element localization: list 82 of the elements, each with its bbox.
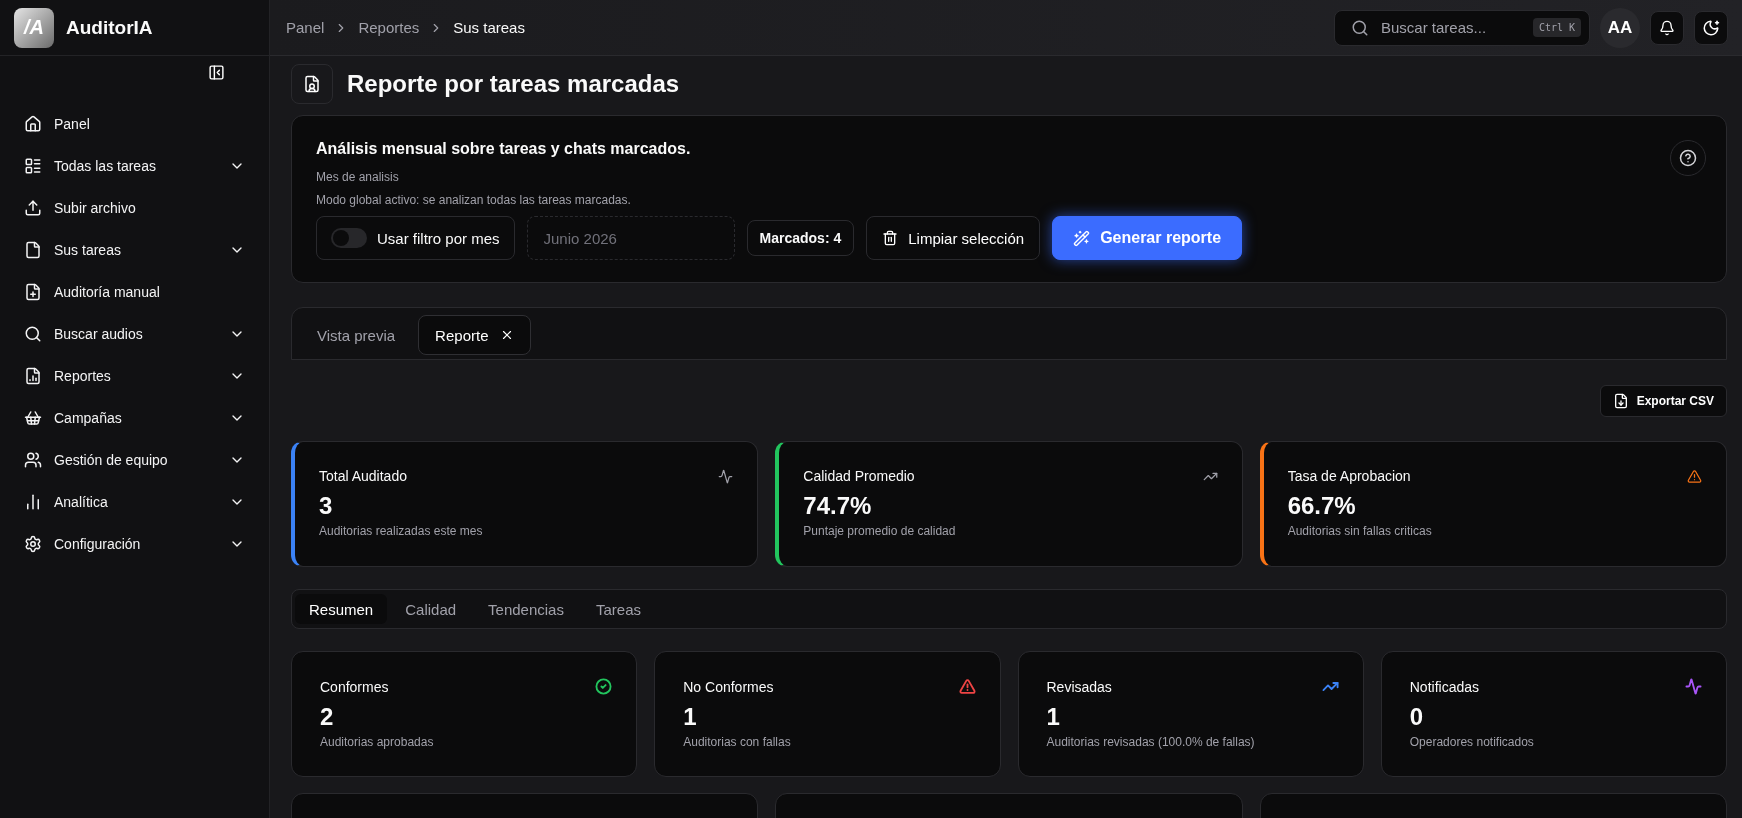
wand-icon xyxy=(1073,229,1091,247)
summary-value: 0 xyxy=(1409,703,1425,731)
sidebar-item[interactable]: Campañas xyxy=(16,397,253,439)
collapse-sidebar-button[interactable] xyxy=(208,64,225,81)
view-tab[interactable]: Vista previa xyxy=(300,315,413,355)
summary-title: Notificadas xyxy=(1409,678,1479,695)
bar-chart-icon xyxy=(24,493,42,511)
summary-note: Auditorias aprobadas xyxy=(320,735,435,749)
app-logo: /A xyxy=(14,7,54,48)
summary-value: 1 xyxy=(1046,703,1061,731)
summary-title: Revisadas xyxy=(1046,678,1112,695)
sidebar-item[interactable]: Sus tareas xyxy=(16,229,253,271)
settings-icon xyxy=(24,535,42,553)
stat-note: Auditorias sin fallas criticas xyxy=(1287,524,1433,538)
stat-value: 74.7% xyxy=(803,492,873,520)
brand-name: AuditorIA xyxy=(66,16,153,39)
summary-value: 1 xyxy=(683,703,698,731)
basket-icon xyxy=(24,409,42,427)
sidebar-item[interactable]: Analítica xyxy=(16,481,253,523)
stat-title: Total Auditado xyxy=(319,468,407,484)
stat-title: Calidad Promedio xyxy=(803,468,915,484)
house-icon xyxy=(24,115,42,133)
summary-note: Auditorias revisadas (100.0% de fallas) xyxy=(1046,735,1256,749)
page-title: Reporte por tareas marcadas xyxy=(347,70,680,98)
summary-note: Auditorias con fallas xyxy=(683,735,792,749)
sidebar-item[interactable]: Configuración xyxy=(16,523,253,565)
help-icon xyxy=(1679,149,1697,167)
breadcrumb-link[interactable]: Reportes xyxy=(358,19,420,36)
marked-count: Marcados: 4 xyxy=(746,220,855,256)
warning-icon xyxy=(1687,468,1702,484)
breadcrumb-link[interactable]: Sus tareas xyxy=(453,19,525,36)
report-tab[interactable]: Calidad xyxy=(391,594,471,624)
notifications-button[interactable] xyxy=(1650,10,1684,45)
report-tab[interactable]: Tareas xyxy=(581,594,655,624)
search-input[interactable]: Buscar tareas... xyxy=(1379,18,1523,37)
stat-note: Puntaje promedio de calidad xyxy=(803,524,957,538)
search-field[interactable]: Buscar tareas... Ctrl K xyxy=(1334,9,1590,46)
upload-icon xyxy=(24,199,42,217)
generate-report-button[interactable]: Generar reporte xyxy=(1052,216,1243,260)
report-tab[interactable]: Resumen xyxy=(295,594,388,624)
users-icon xyxy=(24,451,42,469)
file-chart-icon xyxy=(24,367,42,385)
sidebar-item[interactable]: Gestión de equipo xyxy=(16,439,253,481)
sidebar-item[interactable]: Auditoría manual xyxy=(16,271,253,313)
month-field[interactable]: Junio 2026 xyxy=(526,216,735,260)
breadcrumb-link[interactable]: Panel xyxy=(286,19,325,36)
pulse-icon xyxy=(718,468,734,484)
export-csv-button[interactable]: Exportar CSV xyxy=(1599,385,1727,417)
stat-value: 66.7% xyxy=(1287,492,1357,520)
summary-note: Operadores notificados xyxy=(1409,735,1535,749)
file-download-icon xyxy=(1612,393,1629,409)
bell-icon xyxy=(1659,19,1675,36)
moon-icon xyxy=(1702,18,1720,37)
sidebar-item[interactable]: Reportes xyxy=(16,355,253,397)
month-label: Mes de analisis xyxy=(316,170,400,184)
help-button[interactable] xyxy=(1670,140,1706,176)
user-avatar[interactable]: AA xyxy=(1600,7,1640,48)
trash-icon xyxy=(882,230,899,246)
stat-note: Auditorias realizadas este mes xyxy=(319,524,484,538)
summary-title: Conformes xyxy=(320,678,389,695)
report-tab[interactable]: Tendencias xyxy=(474,594,578,624)
sidebar-item[interactable]: Todas las tareas xyxy=(16,145,253,187)
mode-note: Modo global activo: se analizan todas las tareas marcadas. xyxy=(316,193,632,207)
file-plus-icon xyxy=(24,283,42,301)
sidebar-item[interactable]: Panel xyxy=(16,103,253,145)
search-icon xyxy=(1351,18,1369,37)
file-icon xyxy=(24,241,42,259)
sidebar-item[interactable]: Subir archivo xyxy=(16,187,253,229)
list-icon xyxy=(24,157,42,175)
stat-title: Tasa de Aprobacion xyxy=(1287,468,1411,484)
stat-value: 3 xyxy=(319,492,334,520)
summary-value: 2 xyxy=(320,703,335,731)
month-filter-toggle[interactable]: Usar filtro por mes xyxy=(316,216,515,260)
view-tab[interactable]: Reporte xyxy=(418,315,532,355)
file-user-icon xyxy=(303,75,321,93)
shortcut-hint: Ctrl K xyxy=(1532,18,1581,37)
summary-title: No Conformes xyxy=(683,678,774,695)
search-icon xyxy=(24,325,42,343)
clear-selection-button[interactable]: Limpiar selección xyxy=(866,216,1041,260)
theme-button[interactable] xyxy=(1694,10,1728,45)
analysis-title: Análisis mensual sobre tareas y chats marcados. xyxy=(316,140,692,158)
sidebar-item[interactable]: Buscar audios xyxy=(16,313,253,355)
